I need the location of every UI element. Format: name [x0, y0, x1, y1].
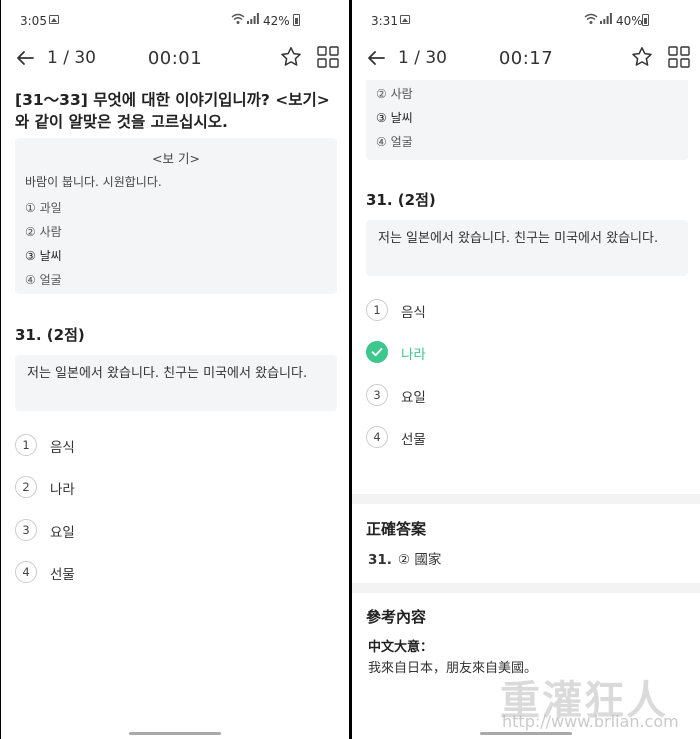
- quiz-toolbar: 1 / 30 00:17: [352, 40, 700, 76]
- example-box-scrolled: ② 사람 ③ 날씨 ④ 얼굴: [366, 80, 688, 160]
- bookmark-star-icon[interactable]: [630, 45, 654, 69]
- question-passage: 저는 일본에서 왔습니다. 친구는 미국에서 왔습니다.: [366, 220, 688, 276]
- question-number: 31. (2점): [366, 191, 436, 209]
- example-option-highlighted: ③ 날씨: [376, 111, 413, 125]
- image-notification-icon: [400, 15, 410, 24]
- choice-number: 1: [15, 434, 37, 456]
- example-box: <보 기> 바람이 붑니다. 시원합니다. ① 과일 ② 사람 ③ 날씨 ④ 얼…: [15, 138, 337, 294]
- status-time: 3:31: [371, 14, 398, 28]
- choice-text: 요일: [50, 525, 75, 541]
- example-title: <보 기>: [152, 151, 200, 166]
- question-passage: 저는 일본에서 왔습니다. 친구는 미국에서 왔습니다.: [15, 355, 337, 411]
- example-option: ① 과일: [25, 201, 62, 215]
- right-phone-screen: 3:31 40% 1 / 30 00:17 ② 사람 ③ 날씨 ④ 얼굴 31.…: [352, 0, 700, 739]
- example-option: ④ 얼굴: [376, 135, 413, 149]
- reference-subtitle: 中文大意：: [368, 640, 434, 655]
- example-option: ② 사람: [25, 225, 62, 239]
- status-bar: 3:05 42%: [1, 0, 349, 40]
- quiz-toolbar: 1 / 30 00:01: [1, 40, 349, 76]
- correct-answer: 31. ② 國家: [368, 548, 441, 568]
- choice-number: 2: [15, 476, 37, 498]
- correct-check-icon: [366, 341, 388, 363]
- choice-number: 3: [366, 384, 388, 406]
- section-divider: [352, 583, 700, 593]
- bookmark-star-icon[interactable]: [279, 45, 303, 69]
- section-divider: [352, 494, 700, 504]
- answer-section-title: 正確答案: [366, 520, 427, 540]
- example-option: ④ 얼굴: [25, 273, 62, 287]
- battery-percent: 42%: [263, 14, 290, 28]
- example-options: ① 과일 ② 사람 ③ 날씨 ④ 얼굴: [15, 196, 337, 292]
- choice-number: 4: [15, 561, 37, 583]
- question-grid-icon[interactable]: [317, 46, 339, 68]
- choice-text: 선물: [50, 567, 75, 583]
- wifi-icon: [231, 13, 245, 28]
- question-grid-icon[interactable]: [668, 46, 690, 68]
- question-instruction: [31～33] 무엇에 대한 이야기입니까? <보기>와 같이 알맞은 것을 고…: [15, 91, 330, 131]
- example-option: ② 사람: [376, 87, 413, 101]
- image-notification-icon: [49, 15, 59, 24]
- site-watermark: 重灌狂人 http://www.brlian.com: [500, 668, 692, 734]
- example-options: ② 사람 ③ 날씨 ④ 얼굴: [366, 82, 688, 154]
- wifi-icon: [584, 13, 598, 28]
- question-number: 31. (2점): [15, 326, 85, 344]
- choice-text: 음식: [50, 440, 75, 456]
- battery-percent: 40%: [616, 14, 643, 28]
- choice-number: 4: [366, 426, 388, 448]
- status-time: 3:05: [20, 14, 47, 28]
- choice-number: 3: [15, 519, 37, 541]
- answer-text: ② 國家: [397, 552, 442, 568]
- answer-question-number: 31.: [368, 552, 392, 568]
- signal-icon: [247, 13, 259, 27]
- reference-section-title: 參考內容: [366, 608, 427, 628]
- choice-number: 1: [366, 299, 388, 321]
- home-indicator[interactable]: [129, 732, 221, 735]
- choice-text: 음식: [401, 305, 426, 321]
- example-option-highlighted: ③ 날씨: [25, 249, 62, 263]
- home-indicator[interactable]: [480, 732, 572, 735]
- choice-text: 나라: [401, 347, 426, 363]
- choice-text: 나라: [50, 482, 75, 498]
- example-sentence: 바람이 붑니다. 시원합니다.: [25, 175, 162, 189]
- choice-text: 요일: [401, 390, 426, 406]
- status-bar: 3:31 40%: [352, 0, 700, 40]
- choice-text: 선물: [401, 432, 426, 448]
- left-phone-screen: 3:05 42% 1 / 30 00:01 [31～33] 무엇에 대한 이야기…: [1, 0, 349, 739]
- battery-icon: [293, 14, 300, 26]
- battery-icon: [642, 14, 649, 26]
- signal-icon: [600, 13, 612, 27]
- watermark-url: http://www.brlian.com: [502, 712, 679, 731]
